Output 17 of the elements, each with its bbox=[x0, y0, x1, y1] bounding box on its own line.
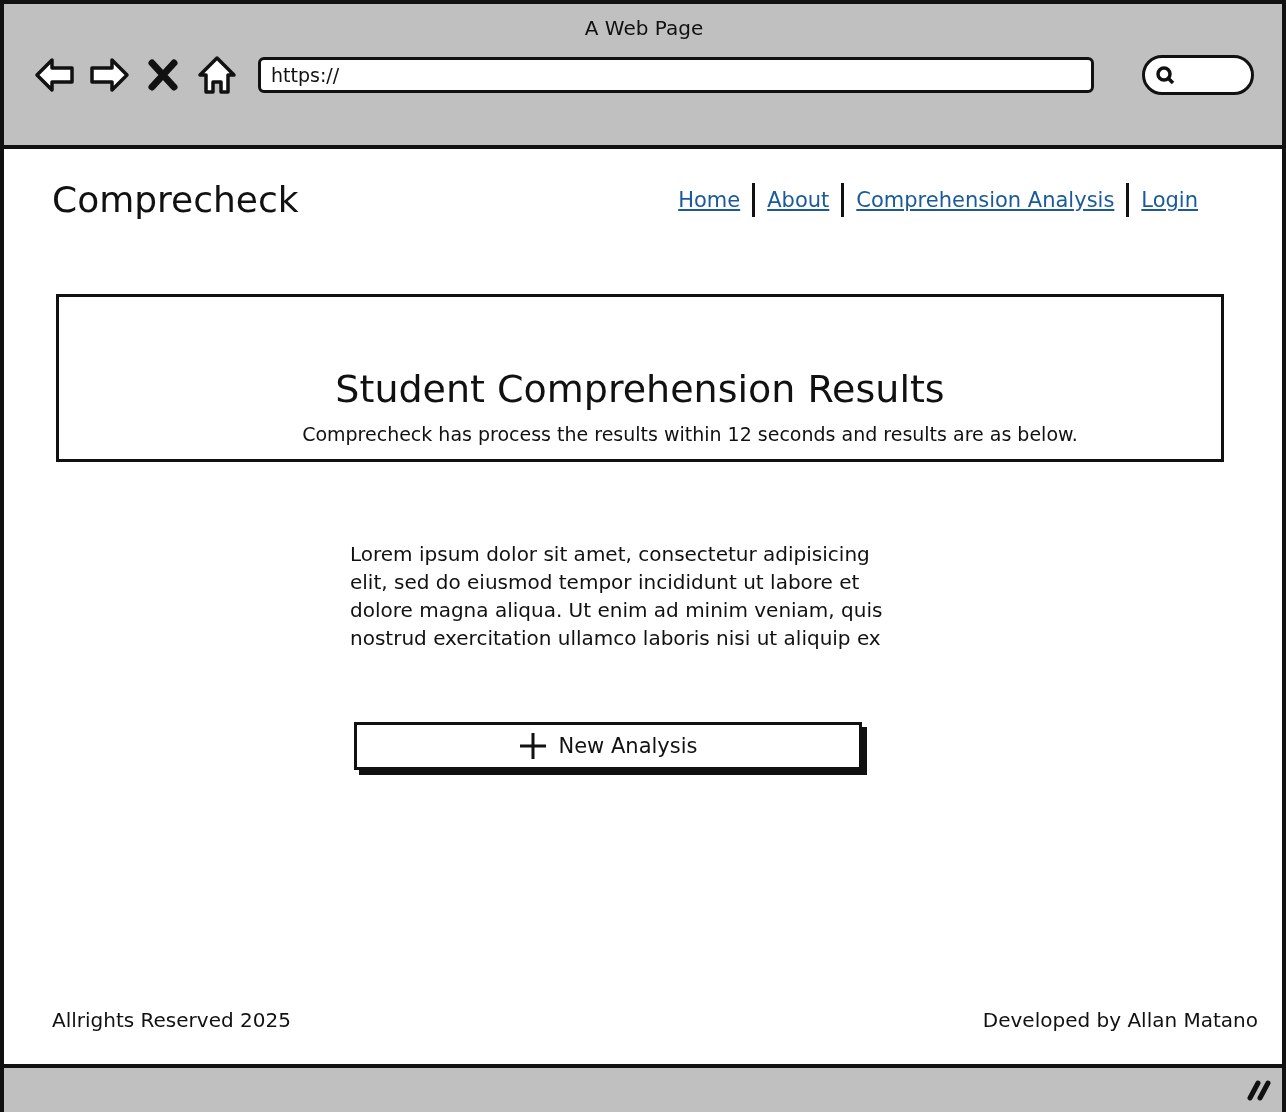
search-icon bbox=[1155, 65, 1175, 85]
banner-title: Student Comprehension Results bbox=[335, 367, 945, 411]
banner-subtitle: Comprecheck has process the results within 12 seconds and results are as below. bbox=[301, 423, 1078, 445]
address-field[interactable]: https:// bbox=[258, 57, 1094, 93]
nav-link[interactable]: About bbox=[767, 187, 830, 212]
plus-icon bbox=[518, 731, 549, 761]
window-title: A Web Page bbox=[583, 16, 705, 40]
nav-link[interactable]: Comprehension Analysis bbox=[856, 187, 1115, 212]
search-field[interactable] bbox=[1142, 55, 1254, 95]
site-logo: Comprecheck bbox=[52, 179, 299, 220]
home-icon[interactable] bbox=[196, 54, 238, 96]
developer-credit: Developed by Allan Matano bbox=[982, 1008, 1258, 1032]
body-paragraph: Lorem ipsum dolor sit amet, consectetur adipisicing elit, sed do eiusmod tempor incididunt ut labore et dolore magna aliqua. Ut enim ad minim veniam, quis nostrud exercitation ullamco laboris nisi ut aliquip ex bbox=[350, 541, 884, 652]
nav-link[interactable]: Login bbox=[1141, 187, 1198, 212]
resize-grip-icon[interactable] bbox=[1246, 1079, 1272, 1101]
nav-link[interactable]: Home bbox=[678, 187, 741, 212]
copyright-text: Allrights Reserved 2025 bbox=[52, 1008, 291, 1032]
